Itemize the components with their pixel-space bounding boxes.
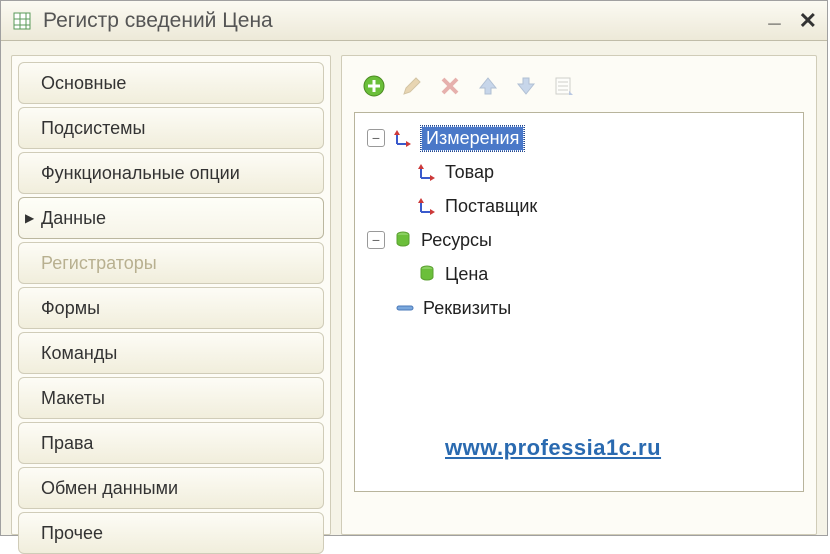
titlebar: Регистр сведений Цена _ ✕: [1, 1, 827, 41]
window: Регистр сведений Цена _ ✕ Основные Подси…: [0, 0, 828, 536]
dimension-icon: [415, 162, 439, 182]
tab-label: Обмен данными: [41, 478, 178, 499]
tree-node-item[interactable]: Поставщик: [361, 189, 797, 223]
resource-group-icon: [391, 231, 415, 249]
list-button[interactable]: [550, 72, 578, 100]
tab-label: Подсистемы: [41, 118, 145, 139]
tab-layouts[interactable]: Макеты: [18, 377, 324, 419]
tab-forms[interactable]: Формы: [18, 287, 324, 329]
tab-commands[interactable]: Команды: [18, 332, 324, 374]
tab-data[interactable]: Данные: [18, 197, 324, 239]
dimension-icon: [415, 196, 439, 216]
arrow-up-icon: [477, 75, 499, 97]
tab-label: Команды: [41, 343, 117, 364]
node-label: Ресурсы: [421, 230, 492, 251]
tree: − Измерения Товар: [354, 112, 804, 492]
tree-node-attributes[interactable]: Реквизиты: [361, 291, 797, 325]
edit-button[interactable]: [398, 72, 426, 100]
node-label: Реквизиты: [423, 298, 511, 319]
move-down-button[interactable]: [512, 72, 540, 100]
collapse-icon[interactable]: −: [367, 231, 385, 249]
tab-label: Регистраторы: [41, 253, 157, 274]
tab-label: Права: [41, 433, 93, 454]
add-icon: [362, 74, 386, 98]
watermark-link[interactable]: www.professia1c.ru: [445, 435, 661, 461]
delete-button[interactable]: [436, 72, 464, 100]
window-title: Регистр сведений Цена: [43, 9, 768, 33]
close-button[interactable]: ✕: [799, 10, 817, 32]
move-up-button[interactable]: [474, 72, 502, 100]
tab-functional-options[interactable]: Функциональные опции: [18, 152, 324, 194]
resource-icon: [415, 265, 439, 283]
tab-rights[interactable]: Права: [18, 422, 324, 464]
tree-node-resources[interactable]: − Ресурсы: [361, 223, 797, 257]
node-label: Поставщик: [445, 196, 537, 217]
delete-icon: [439, 75, 461, 97]
toolbar: [354, 68, 804, 112]
node-label: Измерения: [421, 126, 524, 151]
attribute-icon: [393, 303, 417, 313]
tab-label: Основные: [41, 73, 126, 94]
list-icon: [553, 75, 575, 97]
tab-registrators: Регистраторы: [18, 242, 324, 284]
tab-subsystems[interactable]: Подсистемы: [18, 107, 324, 149]
add-button[interactable]: [360, 72, 388, 100]
tab-other[interactable]: Прочее: [18, 512, 324, 554]
tab-label: Данные: [41, 208, 106, 229]
collapse-icon[interactable]: −: [367, 129, 385, 147]
node-label: Товар: [445, 162, 494, 183]
sidebar: Основные Подсистемы Функциональные опции…: [11, 55, 331, 535]
tree-node-dimensions[interactable]: − Измерения: [361, 121, 797, 155]
registry-icon: [11, 10, 33, 32]
tab-label: Формы: [41, 298, 100, 319]
body: Основные Подсистемы Функциональные опции…: [1, 41, 827, 535]
dimension-group-icon: [391, 128, 415, 148]
pencil-icon: [401, 75, 423, 97]
arrow-down-icon: [515, 75, 537, 97]
tab-label: Функциональные опции: [41, 163, 240, 184]
tree-node-item[interactable]: Товар: [361, 155, 797, 189]
minimize-button[interactable]: _: [768, 4, 780, 26]
node-label: Цена: [445, 264, 488, 285]
content-pane: − Измерения Товар: [341, 55, 817, 535]
tab-label: Макеты: [41, 388, 105, 409]
window-controls: _ ✕: [768, 10, 817, 32]
tree-node-item[interactable]: Цена: [361, 257, 797, 291]
tab-label: Прочее: [41, 523, 103, 544]
tab-exchange[interactable]: Обмен данными: [18, 467, 324, 509]
tab-main[interactable]: Основные: [18, 62, 324, 104]
